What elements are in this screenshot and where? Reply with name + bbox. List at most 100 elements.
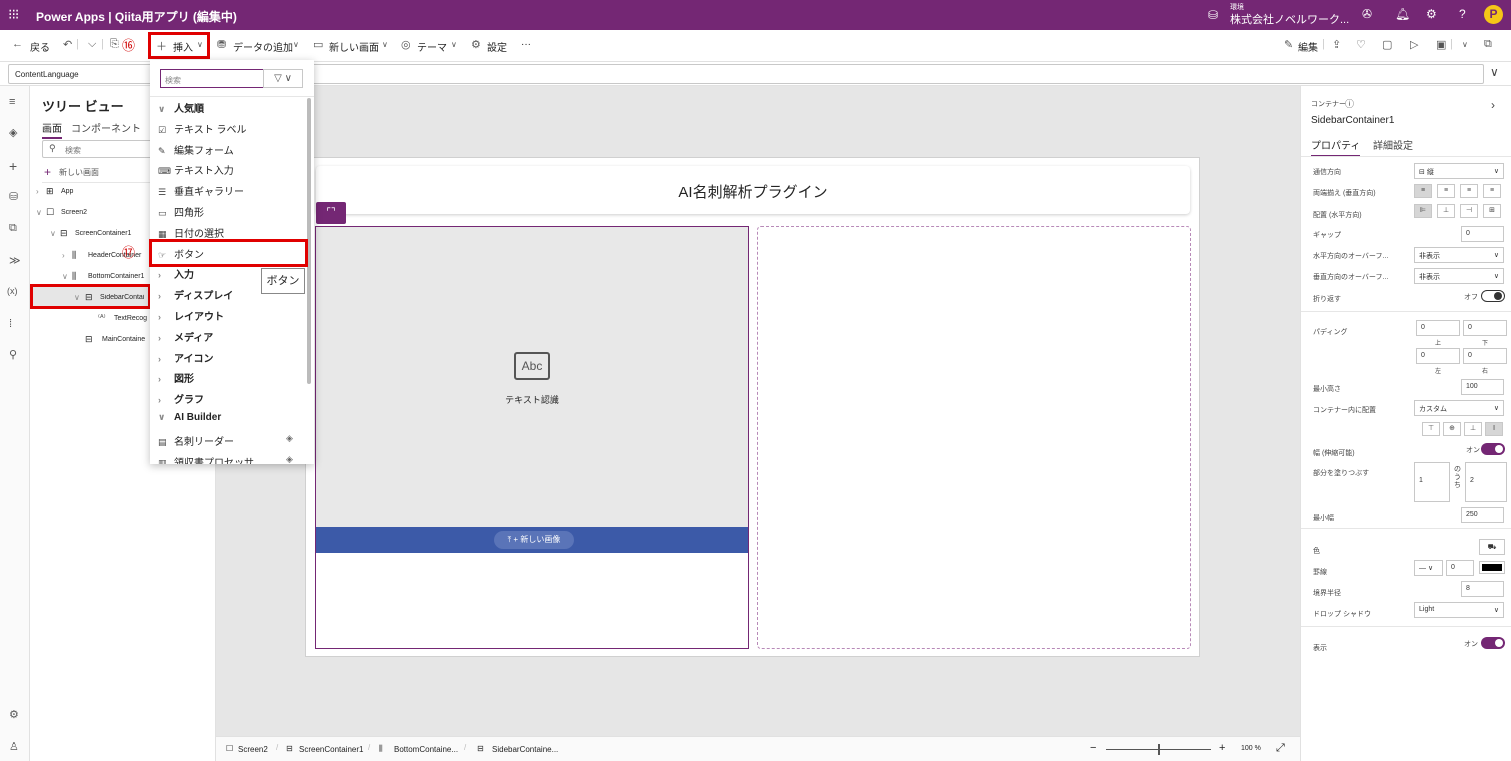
insert-item-16[interactable]: ▤ 名刺リーダー ◈ (158, 433, 293, 448)
help-icon[interactable]: ⓘ (1345, 97, 1354, 110)
padding-right-input[interactable]: 0 (1463, 348, 1507, 364)
settings-icon[interactable]: ⚙ (9, 708, 19, 721)
insert-item-10[interactable]: › レイアウト (158, 308, 224, 323)
insert-search-input[interactable]: 検索 (160, 69, 264, 88)
search-icon[interactable]: ⚲ (9, 348, 17, 361)
radius-input[interactable]: 8 (1461, 581, 1504, 597)
clipboard-icon[interactable]: ⎘ (110, 38, 119, 51)
comment-icon[interactable]: ▢ (1382, 38, 1392, 51)
help-icon[interactable]: ? (1459, 7, 1466, 21)
self-align-end-button[interactable]: ⊥ (1464, 422, 1482, 436)
border-style-select[interactable]: — ∨ (1414, 560, 1443, 576)
back-button[interactable]: 戻る (30, 39, 50, 54)
self-align-center-button[interactable]: ⊕ (1443, 422, 1461, 436)
database-icon[interactable]: ⛃ (217, 38, 226, 51)
border-color-button[interactable] (1479, 561, 1505, 574)
fill-portions-input[interactable]: 1 (1414, 462, 1450, 502)
flexible-width-toggle[interactable] (1481, 443, 1505, 455)
settings-gear-icon[interactable]: ⚙ (1426, 7, 1437, 21)
overflow-v-select[interactable]: 非表示 ∨ (1414, 268, 1504, 284)
environment-icon[interactable]: ⛁ (1208, 8, 1218, 22)
fill-color-button[interactable]: ⛟ (1479, 539, 1505, 555)
new-screen-link[interactable]: 新しい画面 (59, 167, 99, 178)
power-automate-icon[interactable]: ≫ (9, 254, 21, 267)
settings-button[interactable]: 設定 (487, 39, 507, 54)
fit-to-window-icon[interactable]: ⤢ (1276, 742, 1285, 755)
justify-center-button[interactable]: ≡ (1437, 184, 1455, 198)
insert-item-11[interactable]: › メディア (158, 329, 213, 344)
insert-item-0[interactable]: ∨ 人気順 (158, 100, 204, 115)
data-icon[interactable]: ⛁ (9, 190, 18, 203)
chevron-down-icon[interactable]: ⌵ (88, 38, 96, 51)
main-container[interactable] (757, 226, 1191, 649)
insert-item-13[interactable]: › 図形 (158, 370, 194, 385)
justify-end-button[interactable]: ≡ (1460, 184, 1478, 198)
new-image-button[interactable]: ⤒ + 新しい画像 (494, 531, 574, 549)
breadcrumb-screencontainer1[interactable]: ScreenContainer1 (299, 745, 363, 754)
insert-item-5[interactable]: ▭ 四角形 (158, 204, 204, 219)
visible-toggle[interactable] (1481, 637, 1505, 649)
property-selector[interactable]: ContentLanguage (8, 64, 154, 84)
chevron-right-icon[interactable]: › (62, 251, 65, 260)
zoom-out-button[interactable]: − (1090, 742, 1096, 754)
tree-node-app[interactable]: App (61, 188, 73, 195)
chevron-down-icon[interactable]: ∨ (451, 40, 457, 49)
publish-icon[interactable]: ⧉ (1484, 38, 1492, 51)
tree-view-icon[interactable]: ◈ (9, 126, 17, 139)
tab-properties[interactable]: プロパティ (1311, 137, 1361, 157)
insert-item-4[interactable]: ☰ 垂直ギャラリー (158, 183, 244, 198)
align-in-container-select[interactable]: カスタム ∨ (1414, 400, 1504, 416)
chevron-down-icon[interactable]: ∨ (293, 40, 299, 49)
align-end-button[interactable]: ⊣ (1460, 204, 1478, 218)
justify-start-button[interactable]: ≡ (1414, 184, 1432, 198)
insert-item-15[interactable]: ∨ AI Builder (158, 412, 221, 423)
save-icon[interactable]: ▣ (1436, 38, 1446, 51)
comment-marker-icon[interactable]: ⌜⌝ (316, 202, 346, 224)
padding-top-input[interactable]: 0 (1416, 320, 1460, 336)
undo-icon[interactable]: ↶ (63, 38, 72, 51)
self-align-stretch-button[interactable]: Ⅰ (1485, 422, 1503, 436)
insert-icon[interactable]: + (9, 158, 17, 174)
breadcrumb-sidebarcontainer[interactable]: SidebarContaine... (492, 745, 558, 754)
align-start-button[interactable]: ⊫ (1414, 204, 1432, 218)
tree-node-textrecognizer[interactable]: TextRecog (114, 315, 147, 322)
app-launcher-icon[interactable]: ⁝⁝⁝ (8, 6, 19, 23)
pencil-icon[interactable]: ✎ (1284, 38, 1293, 51)
direction-select[interactable]: ⊟ 縦 ∨ (1414, 163, 1504, 179)
copilot-icon[interactable]: ✇ (1362, 7, 1372, 21)
justify-space-button[interactable]: ≡ (1483, 184, 1501, 198)
new-screen-button[interactable]: 新しい画面 (329, 39, 379, 54)
align-center-button[interactable]: ⊥ (1437, 204, 1455, 218)
variables-icon[interactable]: (x) (7, 286, 18, 296)
zoom-slider-thumb[interactable] (1158, 744, 1160, 755)
back-arrow-icon[interactable]: ← (12, 38, 23, 50)
breadcrumb-screen2[interactable]: Screen2 (238, 745, 268, 754)
hamburger-icon[interactable]: ≡ (9, 96, 15, 108)
formula-input[interactable] (156, 64, 1484, 84)
plus-icon[interactable]: + (44, 165, 51, 179)
tree-node-maincontainer[interactable]: MainContaine (102, 336, 145, 343)
theme-icon[interactable]: ◎ (401, 38, 411, 51)
align-stretch-button[interactable]: ⊞ (1483, 204, 1501, 218)
text-recognizer-control[interactable]: Abc テキスト認識 (316, 227, 748, 527)
insert-item-14[interactable]: › グラフ (158, 391, 204, 406)
advanced-tools-icon[interactable]: ⁞ (9, 318, 12, 330)
tree-node-screen2[interactable]: Screen2 (61, 209, 87, 216)
shadow-select[interactable]: Light ∨ (1414, 602, 1504, 618)
tab-screens[interactable]: 画面 (42, 120, 62, 139)
insert-item-12[interactable]: › アイコン (158, 350, 214, 365)
min-height-input[interactable]: 100 (1461, 379, 1504, 395)
avatar[interactable]: P (1484, 5, 1503, 24)
app-checker-icon[interactable]: ♡ (1356, 38, 1366, 51)
zoom-in-button[interactable]: + (1219, 742, 1225, 754)
breadcrumb-bottomcontainer[interactable]: BottomContaine... (394, 745, 458, 754)
more-button[interactable]: ··· (521, 39, 531, 50)
insert-item-8[interactable]: › 入力 (158, 266, 194, 281)
new-image-bar[interactable]: ⤒ + 新しい画像 (316, 527, 748, 553)
notification-icon[interactable]: 🔔︎ (1395, 7, 1410, 21)
insert-item-17[interactable]: ▥ 領収書プロセッサ ◈ (158, 454, 293, 464)
chevron-down-icon[interactable]: ∨ (62, 272, 68, 281)
chevron-down-icon[interactable]: ∨ (50, 229, 56, 238)
header-title[interactable]: AI名刺解析プラグイン (316, 181, 1190, 202)
insert-item-9[interactable]: › ディスプレイ (158, 287, 233, 302)
